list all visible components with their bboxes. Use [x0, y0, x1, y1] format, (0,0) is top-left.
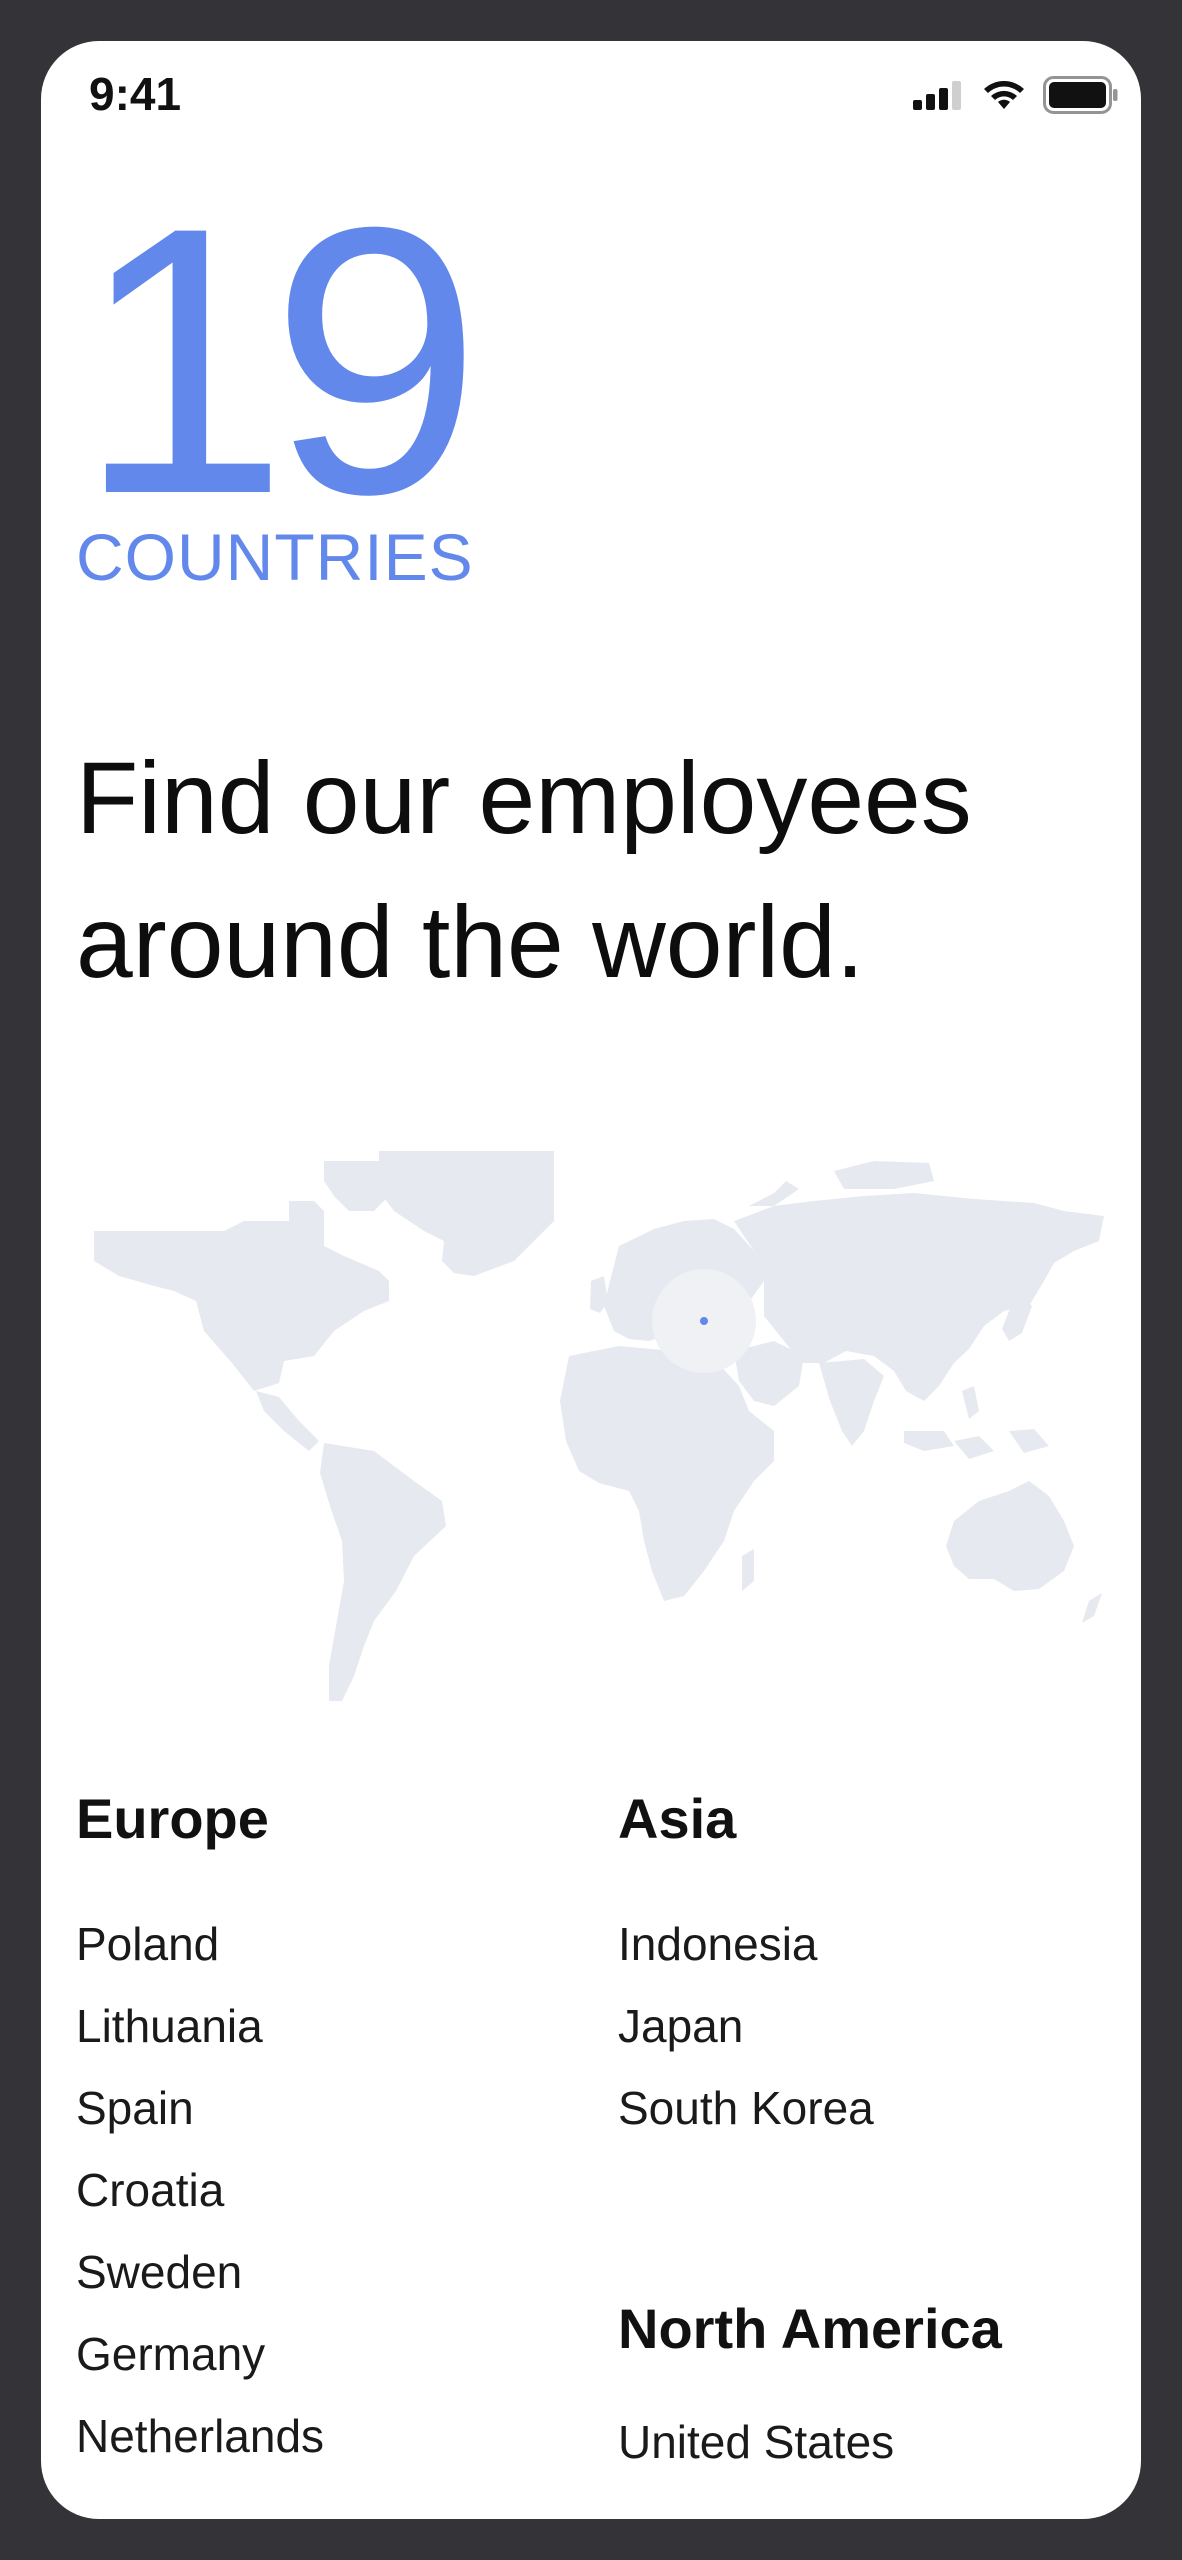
region-north-america: North America United States	[618, 2296, 1002, 2483]
country-count: 19	[77, 148, 482, 573]
phone-screen: 9:41 19 COUNTRIES Find our employees aro…	[41, 41, 1141, 2519]
map-australia	[946, 1481, 1074, 1591]
map-location-dot	[700, 1317, 708, 1325]
map-madagascar	[742, 1549, 754, 1591]
list-item: South Korea	[618, 2082, 874, 2134]
list-item: Lithuania	[76, 2000, 263, 2052]
map-indonesia	[904, 1429, 1049, 1459]
battery-icon	[1043, 75, 1119, 119]
region-title-europe: Europe	[76, 1787, 269, 1850]
map-central-america	[256, 1391, 319, 1451]
headline-line-2: around the world.	[76, 885, 865, 999]
status-icons	[913, 75, 1119, 119]
region-europe: Europe Poland Lithuania Spain Croatia Sw…	[76, 1786, 324, 2477]
country-list-north-america: United States	[618, 2401, 1002, 2483]
status-time: 9:41	[89, 68, 182, 120]
map-novaya-zemlya	[749, 1181, 799, 1206]
page-headline: Find our employees around the world.	[76, 726, 1116, 1014]
map-south-america	[320, 1443, 446, 1701]
list-item: Indonesia	[618, 1918, 818, 1970]
country-list-europe: Poland Lithuania Spain Croatia Sweden Ge…	[76, 1903, 324, 2477]
list-item: United States	[618, 2416, 895, 2468]
wifi-icon	[983, 79, 1025, 116]
list-item: Spain	[76, 2082, 194, 2134]
list-item: Germany	[76, 2328, 266, 2380]
list-item: Poland	[76, 1918, 220, 1970]
country-count-label: COUNTRIES	[76, 520, 474, 594]
list-item: Sweden	[76, 2246, 243, 2298]
list-item: Japan	[618, 2000, 744, 2052]
map-india	[819, 1359, 884, 1446]
headline-line-1: Find our employees	[76, 741, 972, 855]
map-landmass	[94, 1151, 1104, 1701]
map-new-zealand	[1082, 1593, 1102, 1623]
region-asia: Asia Indonesia Japan South Korea	[618, 1786, 874, 2149]
map-siberia-islands	[834, 1161, 934, 1189]
list-item: Croatia	[76, 2164, 225, 2216]
world-map	[94, 1151, 1104, 1701]
country-list-asia: Indonesia Japan South Korea	[618, 1903, 874, 2149]
cellular-signal-icon	[913, 80, 965, 115]
map-philippines	[962, 1386, 979, 1419]
region-title-north-america: North America	[618, 2297, 1002, 2360]
list-item: Netherlands	[76, 2410, 325, 2462]
region-title-asia: Asia	[618, 1787, 737, 1850]
status-bar: 9:41	[41, 41, 1141, 151]
map-north-america	[94, 1201, 389, 1391]
